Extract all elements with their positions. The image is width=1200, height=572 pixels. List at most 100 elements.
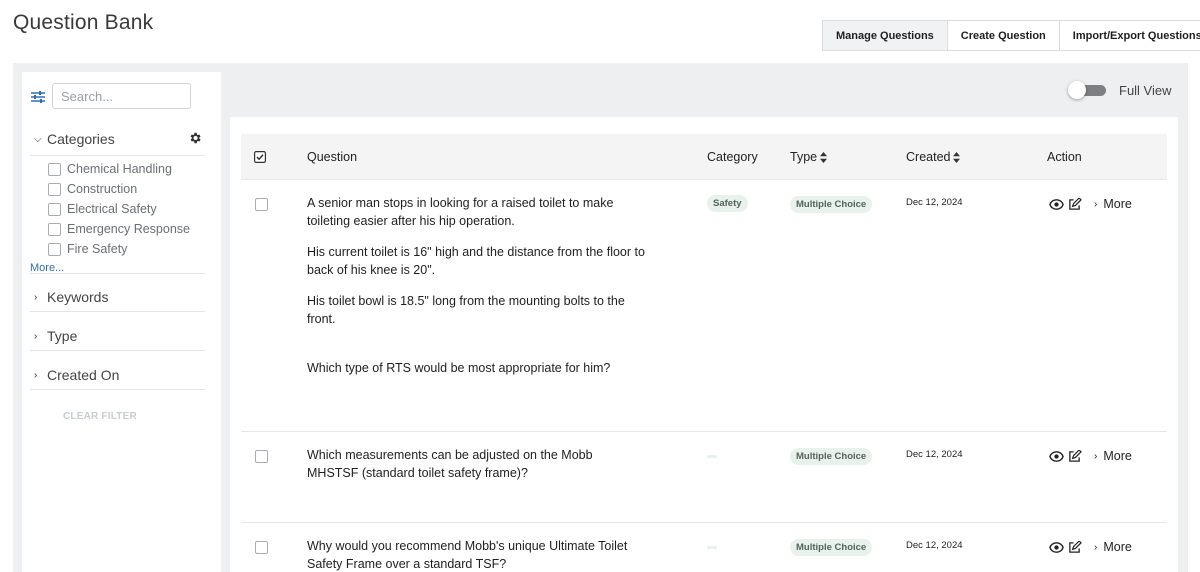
category-item[interactable]: Electrical Safety xyxy=(48,199,190,219)
row-checkbox[interactable] xyxy=(255,450,268,463)
table-header: Question Category Type Created Action xyxy=(241,134,1167,180)
category-label: Construction xyxy=(67,182,138,196)
chevron-right-icon: › xyxy=(1094,450,1098,462)
checkbox[interactable] xyxy=(48,222,61,236)
search-input[interactable] xyxy=(52,83,191,109)
top-tab-bar: Manage Questions Create Question Import/… xyxy=(822,20,1200,51)
type-badge: Multiple Choice xyxy=(790,448,873,465)
row-actions: › More xyxy=(1049,449,1132,463)
question-text: Why would you recommend Mobb's unique Ul… xyxy=(307,537,647,572)
eye-icon[interactable] xyxy=(1049,450,1064,463)
eye-icon[interactable] xyxy=(1049,198,1064,211)
eye-icon[interactable] xyxy=(1049,541,1064,554)
question-paragraph: A senior man stops in looking for a rais… xyxy=(307,196,614,228)
column-header-type-label: Type xyxy=(790,150,818,164)
more-label: More xyxy=(1103,197,1132,211)
clear-filter-button[interactable]: CLEAR FILTER xyxy=(63,411,137,422)
row-actions: › More xyxy=(1049,540,1132,554)
full-view-toggle[interactable] xyxy=(1068,81,1106,99)
question-paragraph: His current toilet is 16" high and the d… xyxy=(307,245,645,277)
sliders-icon[interactable] xyxy=(30,90,46,104)
column-header-created-label: Created xyxy=(906,150,951,164)
row-checkbox[interactable] xyxy=(255,541,268,554)
categories-label: Categories xyxy=(47,131,115,147)
category-badge: Safety xyxy=(707,195,748,212)
divider xyxy=(30,389,205,390)
edit-icon[interactable] xyxy=(1067,449,1082,463)
categories-toggle[interactable]: ⌵ Categories xyxy=(34,131,115,147)
section-label: Created On xyxy=(47,367,120,383)
created-date: Dec 12, 2024 xyxy=(906,197,963,208)
select-all-checkbox[interactable] xyxy=(254,151,266,163)
category-label: Emergency Response xyxy=(67,222,190,236)
filter-sidebar: ⌵ Categories Chemical Handling Construct… xyxy=(22,72,221,572)
toggle-knob xyxy=(1068,81,1086,99)
page-title: Question Bank xyxy=(13,11,154,34)
category-item[interactable]: Emergency Response xyxy=(48,219,190,239)
divider xyxy=(30,155,205,156)
full-view-control: Full View xyxy=(1068,81,1172,99)
row-actions: › More xyxy=(1049,197,1132,211)
chevron-down-icon: ⌵ xyxy=(34,133,42,145)
type-toggle[interactable]: › Type xyxy=(34,328,77,344)
column-header-action: Action xyxy=(1047,150,1082,164)
table-row[interactable]: Why would you recommend Mobb's unique Ul… xyxy=(241,523,1167,572)
more-button[interactable]: › More xyxy=(1094,197,1132,211)
category-item[interactable]: Fire Safety xyxy=(48,239,190,259)
chevron-right-icon: › xyxy=(34,291,38,303)
question-paragraph: Which measurements can be adjusted on th… xyxy=(307,448,593,480)
sort-icon[interactable] xyxy=(820,151,828,163)
more-label: More xyxy=(1103,540,1132,554)
create-question-tab[interactable]: Create Question xyxy=(946,21,1059,50)
section-label: Type xyxy=(47,328,78,344)
column-header-type[interactable]: Type xyxy=(790,150,828,164)
checkbox[interactable] xyxy=(48,242,61,256)
created-date: Dec 12, 2024 xyxy=(906,540,963,551)
divider xyxy=(30,350,205,351)
created-date: Dec 12, 2024 xyxy=(906,449,963,460)
column-header-question: Question xyxy=(307,150,358,164)
question-text: Which measurements can be adjusted on th… xyxy=(307,446,647,495)
category-label: Chemical Handling xyxy=(67,162,172,176)
divider xyxy=(30,273,205,274)
question-paragraph: Which type of RTS would be most appropri… xyxy=(307,361,611,375)
question-paragraph: Why would you recommend Mobb's unique Ul… xyxy=(307,539,628,571)
empty-category-placeholder xyxy=(707,455,717,458)
gear-icon[interactable] xyxy=(188,131,202,145)
empty-category-placeholder xyxy=(707,546,717,549)
row-checkbox[interactable] xyxy=(255,198,268,211)
keywords-toggle[interactable]: › Keywords xyxy=(34,289,108,305)
type-badge: Multiple Choice xyxy=(790,539,873,556)
categories-list: Chemical Handling Construction Electrica… xyxy=(48,159,190,259)
full-view-label: Full View xyxy=(1119,82,1172,98)
table-row[interactable]: Which measurements can be adjusted on th… xyxy=(241,432,1167,523)
section-label: Keywords xyxy=(47,289,109,305)
chevron-right-icon: › xyxy=(34,330,38,342)
checkbox[interactable] xyxy=(48,202,61,216)
chevron-right-icon: › xyxy=(34,369,38,381)
more-button[interactable]: › More xyxy=(1094,540,1132,554)
column-header-category: Category xyxy=(707,150,758,164)
checkbox[interactable] xyxy=(48,182,61,196)
checkbox[interactable] xyxy=(48,162,61,176)
table-row[interactable]: A senior man stops in looking for a rais… xyxy=(241,180,1167,432)
question-text: A senior man stops in looking for a rais… xyxy=(307,194,647,390)
category-label: Electrical Safety xyxy=(67,202,157,216)
sort-icon[interactable] xyxy=(953,151,961,163)
chevron-right-icon: › xyxy=(1094,541,1098,553)
import-export-questions-tab[interactable]: Import/Export Questions xyxy=(1058,21,1200,50)
chevron-right-icon: › xyxy=(1094,198,1098,210)
more-label: More xyxy=(1103,449,1132,463)
category-label: Fire Safety xyxy=(67,242,128,256)
created-on-toggle[interactable]: › Created On xyxy=(34,367,119,383)
edit-icon[interactable] xyxy=(1067,540,1082,554)
manage-questions-tab[interactable]: Manage Questions xyxy=(823,21,947,50)
category-item[interactable]: Construction xyxy=(48,179,190,199)
more-button[interactable]: › More xyxy=(1094,449,1132,463)
questions-table-panel: Question Category Type Created Action A … xyxy=(230,117,1178,572)
edit-icon[interactable] xyxy=(1067,197,1082,211)
question-paragraph: His toilet bowl is 18.5" long from the m… xyxy=(307,294,625,326)
type-badge: Multiple Choice xyxy=(790,196,873,213)
category-item[interactable]: Chemical Handling xyxy=(48,159,190,179)
column-header-created[interactable]: Created xyxy=(906,150,961,164)
